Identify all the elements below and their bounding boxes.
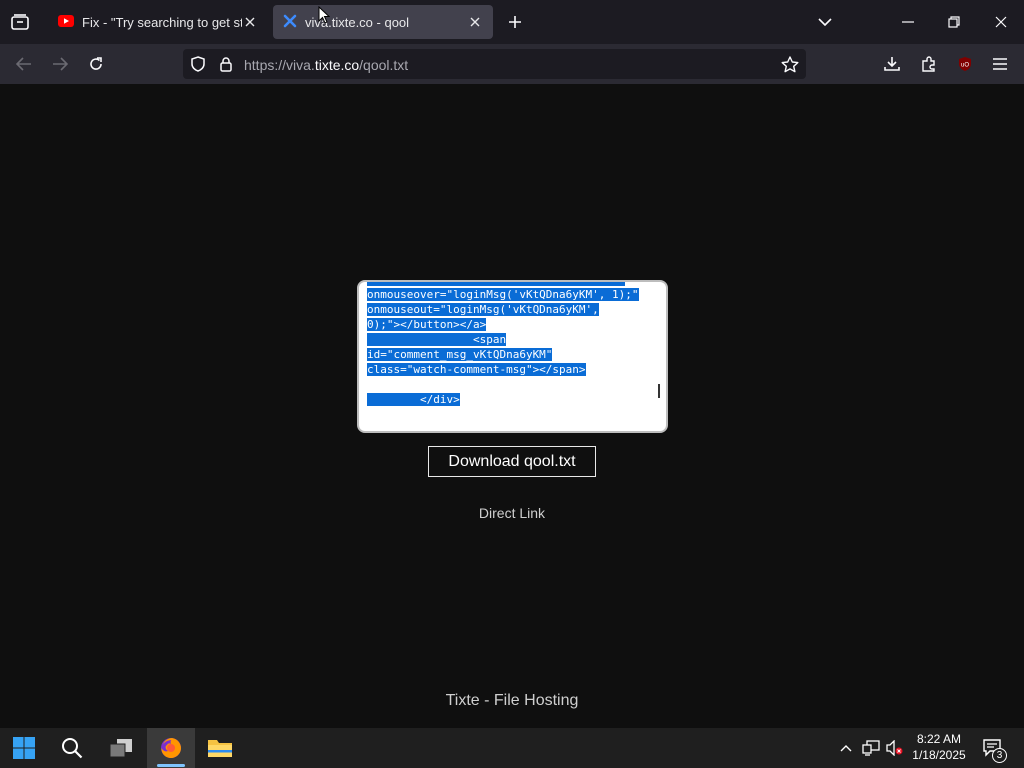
direct-link[interactable]: Direct Link bbox=[0, 505, 1024, 521]
close-tab-icon[interactable] bbox=[242, 14, 258, 30]
new-tab-icon[interactable] bbox=[503, 10, 527, 34]
search-icon[interactable] bbox=[52, 728, 92, 768]
forward-icon[interactable] bbox=[48, 52, 72, 76]
url-path: /qool.txt bbox=[359, 57, 409, 73]
notification-count-badge: 3 bbox=[992, 748, 1007, 763]
svg-text:uO: uO bbox=[961, 63, 969, 69]
tab-list-icon[interactable] bbox=[6, 8, 34, 36]
active-app-indicator bbox=[157, 764, 185, 767]
tab-bar: Fix - "Try searching to get started" viv… bbox=[0, 0, 1024, 44]
menu-hamburger-icon[interactable] bbox=[988, 52, 1012, 76]
direct-link-label[interactable]: Direct Link bbox=[479, 505, 545, 521]
url-domain: tixte.co bbox=[314, 57, 360, 73]
file-explorer-icon[interactable] bbox=[198, 728, 242, 768]
back-icon[interactable] bbox=[12, 52, 36, 76]
code-line: id="comment_msg_vKtQDna6yKM" bbox=[367, 348, 553, 361]
code-preview[interactable]: onmouseover="loginMsg('vKtQDna6yKM', 1);… bbox=[367, 282, 657, 407]
tab-youtube[interactable]: Fix - "Try searching to get started" bbox=[48, 5, 268, 39]
preview-scrollbar[interactable] bbox=[658, 384, 660, 398]
code-line: onmouseout="loginMsg('vKtQDna6yKM', bbox=[367, 303, 599, 316]
minimize-icon[interactable] bbox=[896, 10, 920, 34]
close-tab-icon[interactable] bbox=[467, 14, 483, 30]
windows-start-icon[interactable] bbox=[4, 728, 44, 768]
volume-muted-icon[interactable] bbox=[884, 728, 906, 768]
code-line: onmouseover="loginMsg('vKtQDna6yKM', 1);… bbox=[367, 288, 639, 301]
code-line: </div> bbox=[367, 393, 460, 406]
shield-icon[interactable] bbox=[188, 54, 208, 74]
reload-icon[interactable] bbox=[84, 52, 108, 76]
lock-icon[interactable] bbox=[216, 54, 236, 74]
youtube-icon bbox=[58, 14, 74, 30]
mouse-cursor-icon bbox=[318, 5, 331, 29]
network-icon[interactable] bbox=[860, 728, 882, 768]
clock-time: 8:22 AM bbox=[916, 732, 962, 746]
file-preview-box[interactable]: onmouseover="loginMsg('vKtQDna6yKM', 1);… bbox=[357, 280, 668, 433]
code-line: <span bbox=[367, 333, 507, 346]
restore-icon[interactable] bbox=[942, 10, 966, 34]
extensions-puzzle-icon[interactable] bbox=[917, 52, 941, 76]
task-view-icon[interactable] bbox=[100, 728, 142, 768]
taskbar-clock[interactable]: 8:22 AM 1/18/2025 bbox=[905, 731, 973, 763]
tixte-icon bbox=[283, 14, 297, 31]
firefox-taskbar-icon[interactable] bbox=[147, 728, 195, 768]
tab-tixte[interactable]: viva.tixte.co - qool bbox=[273, 5, 493, 39]
downloads-icon[interactable] bbox=[880, 52, 904, 76]
bookmark-star-icon[interactable] bbox=[778, 52, 802, 76]
tab-title: Fix - "Try searching to get started" bbox=[82, 14, 242, 30]
url-prefix: https://viva. bbox=[244, 57, 315, 73]
chevron-down-icon[interactable] bbox=[813, 10, 837, 34]
code-line: class="watch-comment-msg"></span> bbox=[367, 363, 586, 376]
download-button[interactable]: Download qool.txt bbox=[428, 446, 596, 477]
clock-date: 1/18/2025 bbox=[912, 748, 966, 762]
url-text[interactable]: https://viva.tixte.co/qool.txt bbox=[244, 57, 408, 73]
ublock-origin-icon[interactable]: uO bbox=[953, 52, 977, 76]
footer-text: Tixte - File Hosting bbox=[445, 692, 579, 709]
code-line-partial bbox=[367, 282, 626, 286]
code-line: 0);"></button></a> bbox=[367, 318, 487, 331]
close-window-icon[interactable] bbox=[989, 10, 1013, 34]
notifications-icon[interactable]: 3 bbox=[978, 728, 1008, 768]
chevron-up-icon[interactable] bbox=[836, 728, 856, 768]
